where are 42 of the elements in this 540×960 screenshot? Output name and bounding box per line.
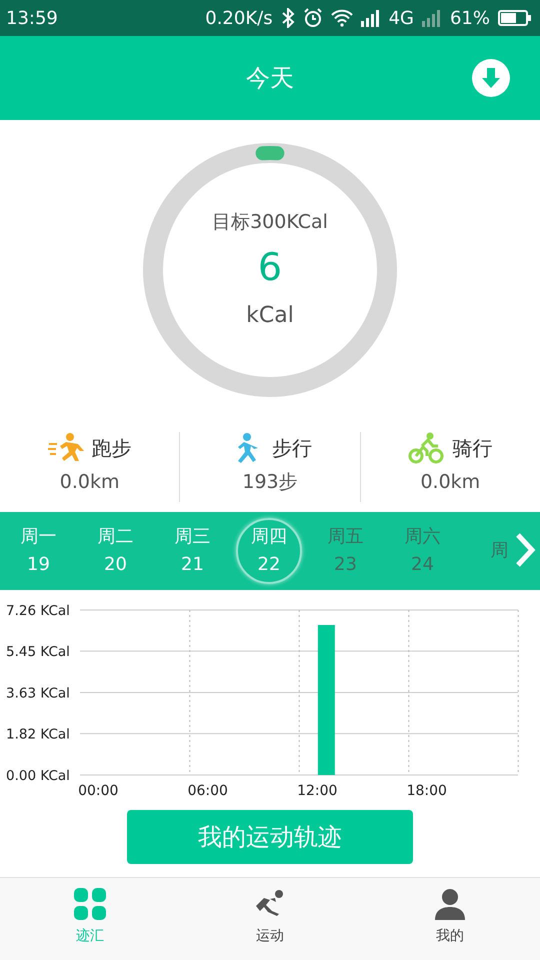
grid-icon bbox=[72, 886, 108, 922]
axis-label: 06:00 bbox=[188, 783, 228, 799]
nav-tab[interactable]: 迹汇 bbox=[0, 878, 180, 960]
cyclist-icon bbox=[408, 432, 444, 464]
day-tab[interactable]: 周一 19 bbox=[0, 518, 77, 584]
day-tab[interactable]: 周二 20 bbox=[77, 518, 154, 584]
axis-label: 0.00 KCal bbox=[6, 768, 70, 784]
activity-value: 193步 bbox=[242, 470, 298, 495]
alarm-icon bbox=[302, 8, 323, 28]
battery-icon bbox=[498, 10, 532, 26]
bluetooth-icon bbox=[280, 8, 295, 28]
calorie-value: 6 bbox=[258, 244, 282, 291]
nav-tab[interactable]: 我的 bbox=[360, 878, 540, 960]
goal-text: 目标300KCal bbox=[212, 210, 328, 236]
axis-label: 18:00 bbox=[406, 783, 447, 799]
network-type-text: 4G bbox=[388, 6, 414, 30]
runner-icon bbox=[48, 432, 84, 464]
battery-text: 61% bbox=[450, 6, 490, 30]
activity-value: 0.0km bbox=[60, 470, 120, 495]
wifi-icon bbox=[330, 9, 353, 27]
clock-text: 13:59 bbox=[6, 6, 58, 30]
activity-value: 0.0km bbox=[420, 470, 480, 495]
download-icon[interactable] bbox=[472, 59, 510, 97]
signal-icon bbox=[422, 9, 442, 27]
signal-icon bbox=[360, 9, 381, 27]
day-tab[interactable]: 周四 22 bbox=[236, 518, 302, 584]
activity-label: 跑步 bbox=[92, 435, 132, 462]
track-button[interactable]: 我的运动轨迹 bbox=[127, 810, 413, 864]
axis-label: 1.82 KCal bbox=[6, 726, 70, 743]
axis-label: 7.26 KCal bbox=[6, 603, 70, 619]
nav-tab[interactable]: 运动 bbox=[180, 878, 360, 960]
unit-text: kCal bbox=[246, 302, 294, 330]
network-speed-text: 0.20K/s bbox=[205, 6, 273, 30]
axis-label: 00:00 bbox=[78, 783, 118, 799]
axis-label: 3.63 KCal bbox=[6, 686, 70, 702]
axis-label: 12:00 bbox=[297, 783, 338, 799]
day-tab[interactable]: 周三 21 bbox=[154, 518, 231, 584]
page-title: 今天 bbox=[246, 63, 294, 94]
activity-label: 步行 bbox=[272, 435, 312, 462]
person-icon bbox=[432, 886, 468, 922]
activity-label: 骑行 bbox=[452, 435, 492, 462]
axis-label: 5.45 KCal bbox=[6, 644, 70, 660]
